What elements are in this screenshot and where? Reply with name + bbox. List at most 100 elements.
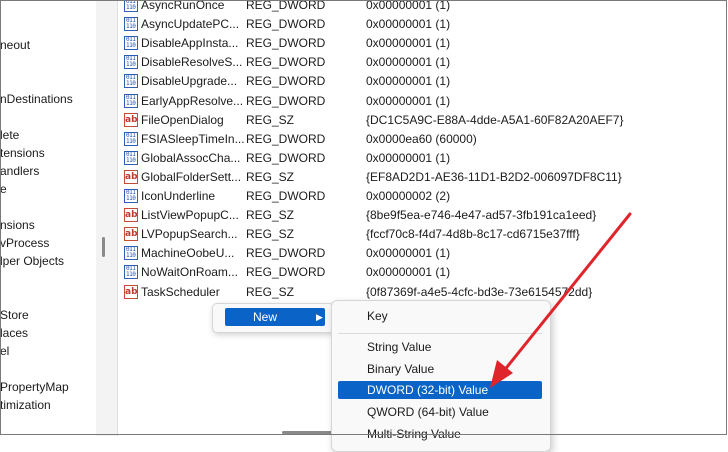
- tree-item[interactable]: laces: [0, 324, 28, 342]
- tree-item[interactable]: nsions: [0, 216, 35, 234]
- menu-item-label: Key: [367, 309, 388, 323]
- context-menu: New ▶: [212, 303, 334, 333]
- value-data: 0x00000001 (1): [366, 36, 451, 51]
- menu-item-multi-string-value[interactable]: Multi-String Value: [338, 425, 542, 443]
- value-type: REG_DWORD: [246, 246, 326, 261]
- value-row[interactable]: ab ListViewPopupC... REG_SZ {8be9f5ea-e746-…: [118, 206, 728, 225]
- value-name: IconUnderline: [141, 189, 216, 203]
- value-row[interactable]: ab GlobalFolderSett... REG_SZ {EF8AD2D1-AE3…: [118, 168, 728, 187]
- value-row[interactable]: NoWaitOnRoam... REG_DWORD 0x00000001 (1): [118, 263, 728, 282]
- menu-item-label: DWORD (32-bit) Value: [367, 383, 489, 397]
- value-name: AsyncUpdatePC...: [141, 17, 240, 32]
- value-name: NoWaitOnRoam...: [141, 265, 238, 280]
- menu-item-label: Multi-String Value: [367, 427, 461, 441]
- tree-item[interactable]: tensions: [0, 144, 45, 162]
- value-row[interactable]: DisableResolveS...REG_DWORD 0x00000001 (1…: [118, 53, 728, 72]
- value-data: 0x00000001 (1): [366, 55, 451, 70]
- tree-item[interactable]: neout: [0, 36, 30, 54]
- value-name: AsyncRunOnce: [141, 0, 225, 12]
- value-row[interactable]: MachineOobeU... REG_DWORD 0x00000001 (1): [118, 244, 728, 263]
- tree-item[interactable]: timization: [0, 396, 51, 414]
- value-row[interactable]: GlobalAssocCha... REG_DWORD 0x00000001 (1): [118, 149, 728, 168]
- value-name: DisableUpgrade...: [141, 74, 238, 89]
- binary-value-icon: [124, 36, 138, 51]
- value-name: DisableAppInsta...: [141, 36, 239, 51]
- value-name: DisableResolveS...: [141, 55, 243, 70]
- menu-item-string-value[interactable]: String Value: [338, 338, 542, 356]
- menu-separator: [338, 333, 542, 334]
- value-data: 0x00000001 (1): [366, 150, 451, 165]
- value-type: REG_DWORD: [246, 74, 326, 89]
- value-name: GlobalAssocCha...: [141, 150, 241, 165]
- tree-item[interactable]: lete: [0, 126, 19, 144]
- menu-item-dword-value[interactable]: DWORD (32-bit) Value: [338, 381, 542, 399]
- new-menu-item[interactable]: New ▶: [225, 308, 325, 326]
- tree-item[interactable]: andlers: [0, 162, 39, 180]
- value-name: EarlyAppResolve...: [141, 93, 244, 108]
- value-row[interactable]: ab TaskScheduler REG_SZ {0f87369f-a4e5-4cfc…: [118, 283, 728, 302]
- registry-key-tree[interactable]: neout nDestinations lete tensions andler…: [0, 0, 96, 436]
- tree-item[interactable]: el: [0, 342, 9, 360]
- value-name: MachineOobeU...: [141, 246, 235, 261]
- value-type: REG_DWORD: [246, 131, 326, 146]
- value-data: {0f87369f-a4e5-4cfc-bd3e-73e6154572dd}: [366, 284, 593, 299]
- menu-item-key[interactable]: Key: [338, 307, 542, 325]
- binary-value-icon: [124, 246, 138, 261]
- tree-scrollbar-thumb[interactable]: [102, 237, 105, 257]
- value-data: 0x00000001 (1): [366, 0, 451, 12]
- value-name: LVPopupSearch...: [141, 227, 238, 242]
- value-type: REG_SZ: [246, 227, 295, 242]
- binary-value-icon: [124, 17, 138, 32]
- new-submenu: Key String Value Binary Value DWORD (32-…: [331, 300, 551, 452]
- value-data: {8be9f5ea-e746-4e47-ad57-3fb191ca1eed}: [366, 208, 597, 223]
- string-value-icon: ab: [124, 208, 138, 223]
- tree-item[interactable]: e: [0, 180, 7, 198]
- binary-value-icon: [124, 189, 138, 203]
- menu-item-binary-value[interactable]: Binary Value: [338, 360, 542, 378]
- value-type: REG_DWORD: [246, 17, 326, 32]
- tree-item[interactable]: lper Objects: [0, 252, 64, 270]
- menu-item-qword-value[interactable]: QWORD (64-bit) Value: [338, 403, 542, 421]
- tree-item[interactable]: PropertyMap: [0, 378, 69, 396]
- value-data: {EF8AD2D1-AE36-11D1-B2D2-006097DF8C11}: [366, 169, 622, 184]
- string-value-icon: ab: [124, 169, 138, 184]
- value-name: ListViewPopupC...: [141, 208, 239, 223]
- tree-item[interactable]: vProcess: [0, 234, 49, 252]
- value-row[interactable]: ab FileOpenDialog REG_SZ {DC1C5A9C-E88A-4dd…: [118, 111, 728, 130]
- value-name: GlobalFolderSett...: [141, 169, 242, 184]
- tree-scrollbar-track[interactable]: [96, 0, 118, 436]
- value-data: 0x00000001 (1): [366, 93, 451, 108]
- value-data: 0x00000002 (2): [366, 189, 451, 203]
- value-type: REG_SZ: [246, 208, 295, 223]
- value-row[interactable]: FSIASleepTimeIn...REG_DWORD 0x0000ea60 (6…: [118, 130, 728, 149]
- value-type: REG_DWORD: [246, 189, 326, 203]
- value-row[interactable]: AsyncUpdatePC... REG_DWORD 0x00000001 (1): [118, 15, 728, 34]
- value-type: REG_SZ: [246, 112, 295, 127]
- submenu-arrow-icon: ▶: [316, 312, 323, 322]
- value-data: 0x0000ea60 (60000): [366, 131, 477, 146]
- value-row[interactable]: ab LVPopupSearch... REG_SZ {fccf70c8-f4d7-4…: [118, 225, 728, 244]
- binary-value-icon: [124, 0, 138, 12]
- string-value-icon: ab: [124, 227, 138, 242]
- tree-item[interactable]: nDestinations: [0, 90, 73, 108]
- value-data: 0x00000001 (1): [366, 246, 451, 261]
- binary-value-icon: [124, 131, 138, 146]
- menu-item-label: QWORD (64-bit) Value: [367, 405, 489, 419]
- value-data: 0x00000001 (1): [366, 265, 451, 280]
- menu-item-label: Binary Value: [367, 362, 435, 376]
- value-row[interactable]: AsyncRunOnce REG_DWORD 0x00000001 (1): [118, 0, 728, 15]
- tree-item[interactable]: Store: [0, 306, 29, 324]
- value-name: FileOpenDialog: [141, 112, 224, 127]
- value-type: REG_DWORD: [246, 150, 326, 165]
- value-type: REG_DWORD: [246, 93, 326, 108]
- value-row[interactable]: EarlyAppResolve...REG_DWORD 0x00000001 (1…: [118, 92, 728, 111]
- value-row[interactable]: IconUnderline REG_DWORD 0x00000002 (2): [118, 187, 728, 206]
- binary-value-icon: [124, 74, 138, 89]
- value-row[interactable]: DisableAppInsta... REG_DWORD 0x00000001 (1…: [118, 34, 728, 53]
- new-menu-label: New: [253, 310, 278, 324]
- value-type: REG_SZ: [246, 169, 295, 184]
- value-name: TaskScheduler: [141, 284, 220, 299]
- value-data: 0x00000001 (1): [366, 74, 451, 89]
- value-data: {DC1C5A9C-E88A-4dde-A5A1-60F82A20AEF7}: [366, 112, 624, 127]
- value-row[interactable]: DisableUpgrade... REG_DWORD 0x00000001 (1): [118, 72, 728, 91]
